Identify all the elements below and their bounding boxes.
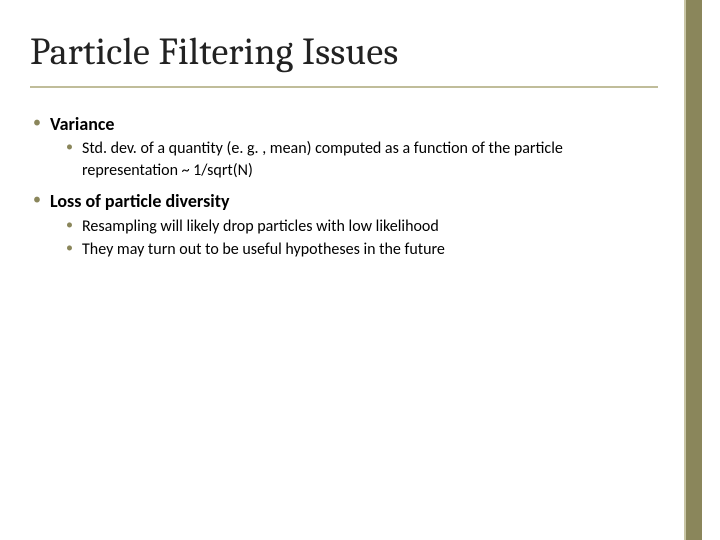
bullet-point: They may turn out to be useful hypothese… bbox=[64, 239, 658, 261]
bullet-point: Resampling will likely drop particles wi… bbox=[64, 216, 658, 238]
section-heading: Variance bbox=[50, 113, 115, 135]
section-heading: Loss of particle diversity bbox=[50, 190, 229, 212]
decorative-stripe bbox=[686, 0, 702, 540]
bullet-point: Std. dev. of a quantity (e. g. , mean) c… bbox=[64, 138, 658, 181]
slide-content: Variance Std. dev. of a quantity (e. g. … bbox=[30, 112, 658, 269]
slide: Particle Filtering Issues Variance Std. … bbox=[0, 0, 720, 540]
slide-title: Particle Filtering Issues bbox=[30, 30, 398, 80]
title-underline bbox=[30, 86, 658, 88]
section-item: Variance Std. dev. of a quantity (e. g. … bbox=[30, 112, 658, 181]
decorative-stripe-inner bbox=[684, 0, 686, 540]
section-item: Loss of particle diversity Resampling wi… bbox=[30, 189, 658, 260]
